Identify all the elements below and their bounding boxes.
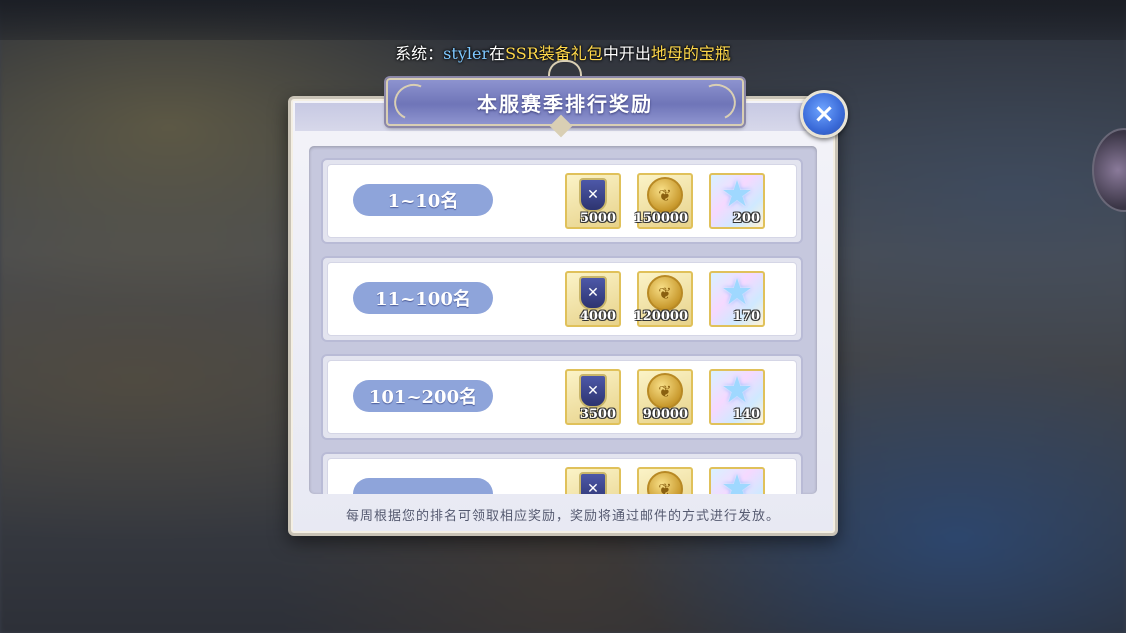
shield-badge-icon: ✕ [579, 472, 607, 494]
reward-item-shield[interactable]: ✕ 4000 [565, 271, 621, 327]
shield-badge-icon: ✕ [579, 374, 607, 408]
crystal-star-icon: ★ [720, 174, 754, 215]
close-icon: × [813, 99, 835, 129]
reward-item-shield[interactable]: ✕ [565, 467, 621, 494]
gold-coin-icon: ❦ [647, 275, 683, 311]
reward-item-coin[interactable]: ❦ 150000 [633, 173, 693, 229]
broadcast-pack: SSR装备礼包 [505, 44, 603, 63]
reward-item-star[interactable]: ★ 200 [709, 173, 765, 229]
reward-row: ✕ ❦ ★ [321, 452, 803, 494]
close-button[interactable]: × [800, 90, 848, 138]
reward-qty: 3500 [579, 407, 616, 422]
reward-qty: 90000 [642, 407, 688, 422]
reward-qty: 120000 [633, 309, 688, 324]
broadcast-prefix: 系统： [395, 44, 444, 63]
dialog-title: 本服赛季排行奖励 [477, 91, 653, 116]
reward-row: 11~100名 ✕ 4000 ❦ 120000 ★ 170 [321, 256, 803, 342]
rank-label: 1~10名 [353, 184, 493, 216]
reward-row: 101~200名 ✕ 3500 ❦ 90000 ★ 140 [321, 354, 803, 440]
reward-item-star[interactable]: ★ 140 [709, 369, 765, 425]
reward-item-coin[interactable]: ❦ 120000 [633, 271, 693, 327]
crystal-star-icon: ★ [720, 272, 754, 313]
reward-item-star[interactable]: ★ [709, 467, 765, 494]
broadcast-player: styler [443, 44, 490, 63]
reward-item-shield[interactable]: ✕ 3500 [565, 369, 621, 425]
rank-label: 101~200名 [353, 380, 493, 412]
reward-list[interactable]: 1~10名 ✕ 5000 ❦ 150000 ★ 200 11~100名 ✕ 40… [309, 146, 817, 494]
shield-badge-icon: ✕ [579, 178, 607, 212]
gold-coin-icon: ❦ [647, 471, 683, 494]
reward-qty: 4000 [579, 309, 616, 324]
broadcast-middle: 中开出 [602, 44, 651, 63]
reward-qty: 170 [732, 309, 760, 324]
reward-qty: 140 [732, 407, 760, 422]
top-bar [0, 0, 1126, 40]
reward-item-coin[interactable]: ❦ [637, 467, 693, 494]
reward-row: 1~10名 ✕ 5000 ❦ 150000 ★ 200 [321, 158, 803, 244]
gold-coin-icon: ❦ [647, 177, 683, 213]
left-wing-ornament-icon [388, 78, 438, 126]
rank-label: 11~100名 [353, 282, 493, 314]
reward-qty: 150000 [633, 211, 688, 226]
crystal-star-icon: ★ [720, 468, 754, 495]
reward-item-coin[interactable]: ❦ 90000 [637, 369, 693, 425]
crystal-star-icon: ★ [720, 370, 754, 411]
reward-qty: 200 [732, 211, 760, 226]
reward-info-note: 每周根据您的排名可领取相应奖励，奖励将通过邮件的方式进行发放。 [345, 509, 780, 524]
right-wing-ornament-icon [692, 78, 742, 126]
reward-item-star[interactable]: ★ 170 [709, 271, 765, 327]
shield-badge-icon: ✕ [579, 276, 607, 310]
rank-label [353, 478, 493, 494]
broadcast-item: 地母的宝瓶 [650, 44, 731, 63]
broadcast-in: 在 [489, 44, 506, 63]
gold-coin-icon: ❦ [647, 373, 683, 409]
reward-qty: 5000 [579, 211, 616, 226]
reward-item-shield[interactable]: ✕ 5000 [565, 173, 621, 229]
